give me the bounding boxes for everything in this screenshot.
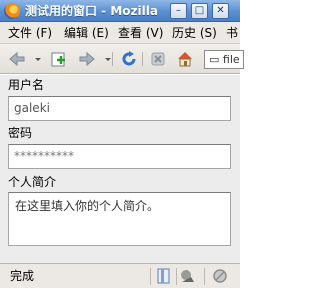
firefox-logo-icon (4, 3, 20, 19)
close-button[interactable]: ✕ (212, 3, 229, 19)
menu-bookmarks[interactable]: 书 (226, 25, 238, 41)
block-icon[interactable] (212, 268, 228, 284)
username-label: 用户名 (8, 78, 45, 92)
menu-edit[interactable]: 编辑 (E) (64, 25, 109, 41)
menu-file[interactable]: 文件 (F) (8, 25, 52, 41)
minimize-button[interactable]: – (170, 3, 187, 19)
toolbar-separator (112, 52, 113, 66)
page-icon: ▭ (209, 53, 223, 66)
back-arrow-icon[interactable] (8, 50, 26, 68)
username-input[interactable]: galeki (8, 96, 231, 121)
stop-icon[interactable] (149, 50, 167, 68)
menu-bar: 文件 (F) 编辑 (E) 查看 (V) 历史 (S) 书 (0, 22, 240, 44)
status-separator (176, 268, 177, 285)
navigation-toolbar: ▭ file (0, 44, 244, 74)
new-tab-icon[interactable] (50, 50, 68, 68)
connection-icon[interactable] (180, 268, 196, 284)
status-separator (204, 268, 205, 285)
address-bar[interactable]: ▭ file (204, 50, 244, 69)
window-title: 测试用的窗口 - Mozilla (25, 4, 158, 18)
page-content: 用户名 galeki 密码 ********** 个人简介 在这里填入你的个人简… (0, 75, 240, 263)
home-icon[interactable] (176, 50, 194, 68)
page-info-icon[interactable] (156, 268, 172, 284)
password-label: 密码 (8, 126, 33, 140)
address-text: file (222, 53, 240, 66)
bio-textarea[interactable]: 在这里填入你的个人简介。 (8, 192, 231, 246)
reload-icon[interactable] (120, 50, 138, 68)
status-text: 完成 (10, 269, 35, 283)
menu-history[interactable]: 历史 (S) (172, 25, 217, 41)
toolbar-separator (142, 52, 143, 66)
forward-dropdown-icon[interactable] (99, 50, 117, 68)
title-bar: 测试用的窗口 - Mozilla – □ ✕ (0, 0, 240, 22)
status-separator (150, 268, 151, 285)
maximize-button[interactable]: □ (191, 3, 208, 19)
status-bar: 完成 (0, 263, 240, 288)
password-input[interactable]: ********** (8, 144, 231, 169)
forward-arrow-icon[interactable] (78, 50, 96, 68)
menu-view[interactable]: 查看 (V) (118, 25, 163, 41)
back-dropdown-icon[interactable] (29, 50, 47, 68)
bio-label: 个人简介 (8, 175, 57, 189)
